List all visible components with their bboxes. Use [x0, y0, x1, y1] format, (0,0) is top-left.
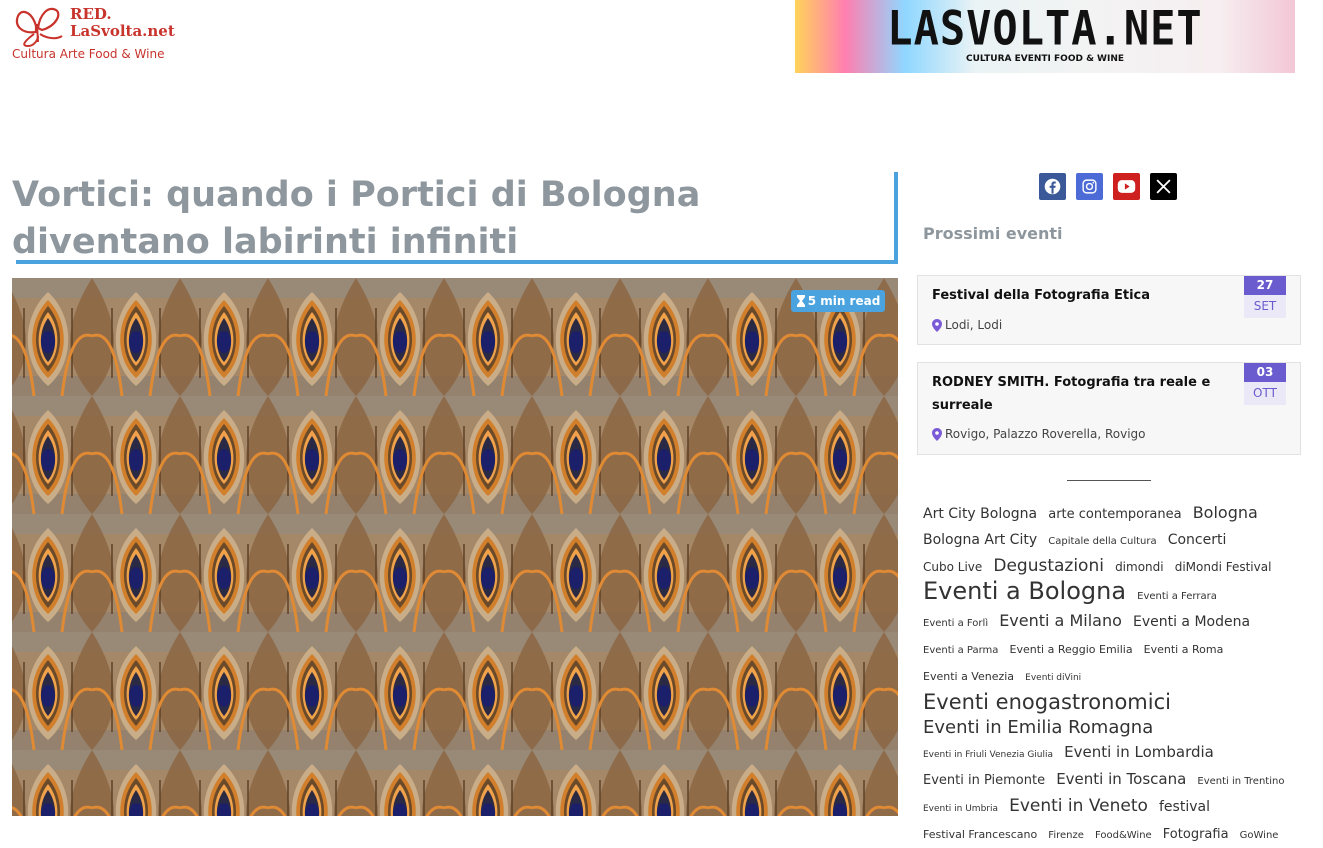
- tag-link[interactable]: Eventi a Milano: [999, 609, 1122, 633]
- logo-name-line2: LaSvolta.net: [70, 22, 175, 40]
- tag-link[interactable]: Eventi a Reggio Emilia: [1010, 638, 1133, 662]
- event-title[interactable]: RODNEY SMITH. Fotografia tra reale e sur…: [932, 371, 1212, 417]
- logo-name-line1: RED.: [70, 5, 112, 23]
- event-month: OTT: [1244, 382, 1286, 405]
- upcoming-events-heading: Prossimi eventi: [923, 224, 1063, 243]
- event-card[interactable]: Festival della Fotografia Etica Lodi, Lo…: [917, 275, 1301, 345]
- facebook-link[interactable]: [1039, 173, 1066, 200]
- map-pin-icon: [932, 318, 942, 332]
- tag-link[interactable]: Eventi in Umbria: [923, 797, 998, 821]
- site-logo[interactable]: RED. LaSvolta.net Cultura Arte Food & Wi…: [12, 2, 175, 64]
- youtube-icon: [1117, 180, 1136, 193]
- x-link[interactable]: [1150, 173, 1177, 200]
- tag-link[interactable]: Cubo Live: [923, 555, 982, 579]
- event-month: SET: [1244, 295, 1286, 318]
- tag-link[interactable]: Firenze: [1048, 824, 1084, 848]
- event-location: Rovigo, Palazzo Roverella, Rovigo: [932, 427, 1146, 441]
- tag-link[interactable]: Eventi a Ferrara: [1137, 585, 1217, 609]
- butterfly-logo-icon: [15, 7, 63, 48]
- hourglass-icon: [796, 295, 805, 307]
- tag-link[interactable]: arte contemporanea: [1048, 503, 1181, 527]
- tag-link[interactable]: Eventi a Forlì: [923, 612, 988, 636]
- tag-link[interactable]: Fotografia: [1163, 823, 1229, 847]
- logo-tagline: Cultura Arte Food & Wine: [12, 47, 165, 61]
- youtube-link[interactable]: [1113, 173, 1140, 200]
- tag-link[interactable]: Festival Francescano: [923, 823, 1037, 847]
- header-banner[interactable]: LASVOLTA.NET CULTURA EVENTI FOOD & WINE: [795, 0, 1295, 73]
- hero-pattern: [12, 278, 898, 816]
- tag-link[interactable]: Eventi diVini: [1025, 666, 1081, 690]
- event-location-text: Rovigo, Palazzo Roverella, Rovigo: [945, 427, 1146, 441]
- facebook-icon: [1044, 178, 1061, 195]
- tag-link[interactable]: Bologna Art City: [923, 528, 1037, 552]
- banner-subtitle: CULTURA EVENTI FOOD & WINE: [965, 54, 1125, 64]
- read-time-badge: 5 min read: [791, 290, 885, 312]
- tag-link[interactable]: diMondi Festival: [1175, 555, 1272, 579]
- tag-link[interactable]: Art City Bologna: [923, 502, 1037, 526]
- event-day: 03: [1244, 363, 1286, 382]
- x-icon: [1156, 179, 1171, 194]
- tag-link[interactable]: Eventi in Veneto: [1009, 794, 1148, 818]
- tag-link[interactable]: Eventi in Toscana: [1056, 767, 1186, 791]
- event-title[interactable]: Festival della Fotografia Etica: [932, 284, 1212, 307]
- tag-link[interactable]: Eventi in Piemonte: [923, 769, 1045, 793]
- social-links: [1039, 173, 1177, 200]
- tag-link[interactable]: Eventi a Roma: [1144, 638, 1224, 662]
- page-title: Vortici: quando i Portici di Bologna div…: [12, 175, 701, 262]
- tag-link[interactable]: festival: [1159, 795, 1210, 819]
- tag-link[interactable]: dimondi: [1115, 555, 1164, 579]
- banner-title: LASVOLTA.NET: [887, 1, 1203, 56]
- article-hero-image[interactable]: [12, 278, 898, 816]
- tag-link[interactable]: GoWine: [1240, 824, 1279, 848]
- map-pin-icon: [932, 427, 942, 441]
- tag-link[interactable]: Eventi a Bologna: [923, 579, 1126, 603]
- tag-link[interactable]: Eventi a Modena: [1133, 610, 1250, 634]
- tag-cloud: Art City Bologna arte contemporanea Bolo…: [923, 501, 1293, 848]
- tag-link[interactable]: Eventi a Venezia: [923, 665, 1014, 689]
- tag-link[interactable]: Eventi in Trentino: [1197, 770, 1284, 794]
- tag-link[interactable]: Eventi in Friuli Venezia Giulia: [923, 743, 1053, 767]
- tag-link[interactable]: Eventi enogastronomici: [923, 690, 1171, 714]
- tag-link[interactable]: Bologna: [1193, 501, 1258, 525]
- sidebar-divider: [1067, 480, 1151, 481]
- event-card[interactable]: RODNEY SMITH. Fotografia tra reale e sur…: [917, 362, 1301, 455]
- tag-link[interactable]: Eventi in Lombardia: [1064, 740, 1214, 764]
- read-time-label: 5 min read: [807, 294, 881, 308]
- instagram-icon: [1082, 179, 1097, 194]
- event-location: Lodi, Lodi: [932, 318, 1002, 332]
- logo-name: RED. LaSvolta.net: [70, 6, 175, 40]
- tag-link[interactable]: Degustazioni: [993, 554, 1104, 578]
- article-title-block: Vortici: quando i Portici di Bologna div…: [12, 172, 898, 262]
- event-date-badge: 27 SET: [1244, 276, 1286, 318]
- tag-link[interactable]: Eventi a Parma: [923, 639, 998, 663]
- tag-link[interactable]: Capitale della Cultura: [1048, 530, 1156, 554]
- tag-link[interactable]: Eventi in Emilia Romagna: [923, 716, 1153, 740]
- title-underline: [16, 260, 898, 264]
- tag-link[interactable]: Concerti: [1168, 528, 1227, 552]
- event-location-text: Lodi, Lodi: [945, 318, 1003, 332]
- tag-link[interactable]: Food&Wine: [1095, 824, 1152, 848]
- event-day: 27: [1244, 276, 1286, 295]
- instagram-link[interactable]: [1076, 173, 1103, 200]
- event-date-badge: 03 OTT: [1244, 363, 1286, 405]
